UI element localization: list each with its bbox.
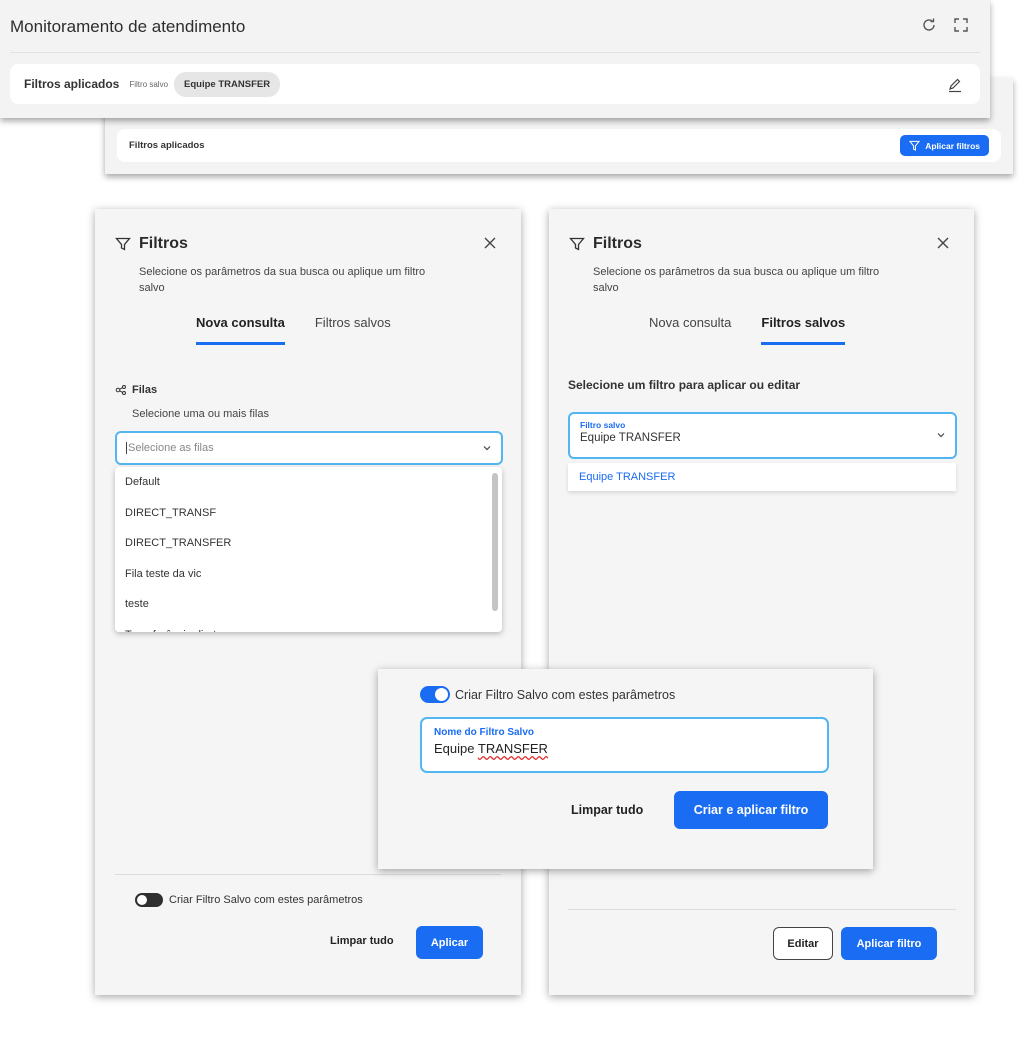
filter-icon	[115, 237, 131, 251]
modal-title: Filtros	[593, 235, 642, 252]
name-field-value[interactable]: Equipe TRANSFER	[434, 741, 815, 756]
saved-filter-option[interactable]: Equipe TRANSFER	[568, 463, 956, 491]
filter-icon	[909, 140, 921, 151]
apply-filter-button[interactable]: Aplicar filtro	[841, 927, 937, 960]
dropdown-option[interactable]: Default	[115, 467, 502, 498]
tab-saved-filters[interactable]: Filtros salvos	[761, 315, 846, 345]
tab-new-query[interactable]: Nova consulta	[196, 315, 285, 345]
close-icon[interactable]	[936, 236, 950, 255]
filters-modal-saved: Filtros Selecione os parâmetros da sua b…	[549, 209, 974, 995]
name-field-value-word: Equipe	[434, 741, 475, 756]
applied-filters-label: Filtros aplicados	[129, 140, 205, 151]
dropdown-option[interactable]: Transferência direta	[115, 620, 502, 632]
filter-icon	[569, 237, 585, 251]
save-filter-toggle-label: Criar Filtro Salvo com estes parâmetros	[455, 687, 676, 702]
saved-filters-heading: Selecione um filtro para aplicar ou edit…	[568, 378, 801, 392]
queues-help-text: Selecione uma ou mais filas	[132, 408, 269, 420]
apply-button[interactable]: Aplicar	[416, 926, 483, 959]
dropdown-option[interactable]: teste	[115, 589, 502, 620]
save-filter-toggle[interactable]	[420, 686, 450, 703]
create-saved-filter-panel: Criar Filtro Salvo com estes parâmetros …	[378, 669, 873, 869]
saved-filter-label: Filtro salvo	[129, 79, 169, 89]
clear-all-button[interactable]: Limpar tudo	[571, 803, 643, 817]
saved-filter-value: Equipe TRANSFER	[580, 432, 681, 444]
spellcheck-word: TRANSFER	[477, 741, 548, 756]
save-filter-toggle-label: Criar Filtro Salvo com estes parâmetros	[169, 894, 363, 906]
close-icon[interactable]	[483, 236, 497, 255]
page-title: Monitoramento de atendimento	[10, 17, 246, 36]
filters-modal-new-query: Filtros Selecione os parâmetros da sua b…	[95, 209, 521, 995]
saved-filter-name-field[interactable]: Nome do Filtro Salvo Equipe TRANSFER	[420, 717, 829, 773]
modal-tabs: Nova consulta Filtros salvos	[649, 315, 846, 345]
applied-filters-bar: Filtros aplicados Filtro salvo Equipe TR…	[10, 64, 980, 104]
saved-filter-chip[interactable]: Equipe TRANSFER	[174, 71, 281, 97]
tab-new-query[interactable]: Nova consulta	[649, 315, 731, 345]
refresh-icon[interactable]	[920, 16, 938, 34]
queues-dropdown: Default DIRECT_TRANSF DIRECT_TRANSFER Fi…	[115, 467, 502, 632]
modal-subtitle: Selecione os parâmetros da sua busca ou …	[139, 266, 426, 294]
saved-filter-select[interactable]: Filtro salvo Equipe TRANSFER	[568, 412, 957, 459]
applied-filters-label: Filtros aplicados	[24, 77, 120, 91]
dropdown-scrollbar[interactable]	[492, 473, 498, 611]
modal-title: Filtros	[139, 235, 188, 252]
modal-subtitle: Selecione os parâmetros da sua busca ou …	[593, 266, 880, 294]
pencil-icon[interactable]	[946, 76, 964, 94]
modal-header: Filtros	[115, 235, 188, 253]
dropdown-option[interactable]: DIRECT_TRANSF	[115, 498, 502, 529]
apply-filters-button[interactable]: Aplicar filtros	[900, 135, 989, 156]
apply-filters-label: Aplicar filtros	[925, 140, 980, 151]
create-apply-filter-button[interactable]: Criar e aplicar filtro	[674, 791, 828, 829]
name-field-caption: Nome do Filtro Salvo	[434, 727, 535, 738]
applied-filters-bar: Filtros aplicados Aplicar filtros	[117, 129, 1001, 162]
edit-button[interactable]: Editar	[773, 927, 833, 960]
header-actions	[920, 16, 970, 34]
queues-label: Filas	[132, 384, 158, 396]
footer-divider	[568, 909, 956, 910]
modal-header: Filtros	[569, 235, 642, 253]
queues-section-label: Filas	[115, 384, 157, 396]
saved-filter-caption: Filtro salvo	[580, 420, 626, 430]
chevron-down-icon	[483, 446, 491, 451]
dropdown-option[interactable]: Fila teste da vic	[115, 559, 502, 590]
save-filter-toggle[interactable]	[135, 893, 163, 907]
modal-tabs: Nova consulta Filtros salvos	[196, 315, 391, 345]
dropdown-option[interactable]: DIRECT_TRANSFER	[115, 528, 502, 559]
chevron-down-icon	[937, 433, 945, 438]
queues-select[interactable]: Selecione as filas	[115, 431, 503, 465]
fullscreen-icon[interactable]	[952, 16, 970, 34]
divider	[10, 52, 980, 53]
save-filter-toggle-row: Criar Filtro Salvo com estes parâmetros	[420, 686, 675, 703]
queue-icon	[115, 385, 126, 395]
tab-saved-filters[interactable]: Filtros salvos	[315, 315, 391, 345]
footer-divider	[115, 874, 501, 875]
queues-select-placeholder: Selecione as filas	[126, 442, 482, 454]
save-filter-toggle-row: Criar Filtro Salvo com estes parâmetros	[135, 893, 363, 907]
monitoring-header-panel: Monitoramento de atendimento Filtros apl…	[0, 0, 990, 118]
clear-all-button[interactable]: Limpar tudo	[330, 935, 394, 947]
